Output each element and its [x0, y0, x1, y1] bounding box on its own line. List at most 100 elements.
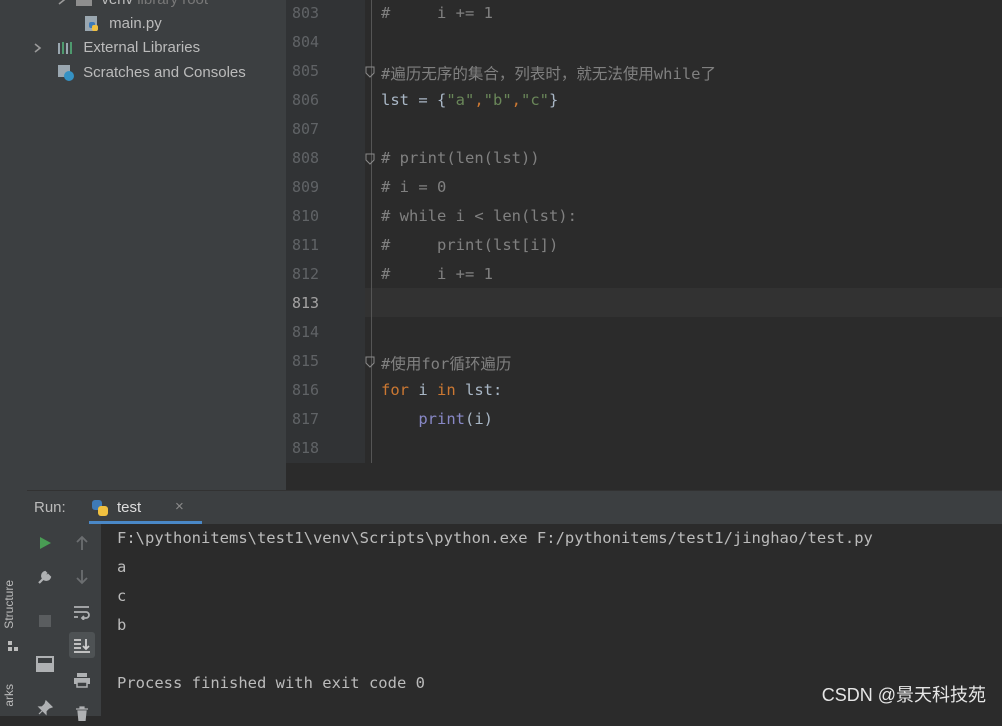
- fold-marker-icon[interactable]: [365, 153, 375, 165]
- code-line-805: #遍历无序的集合，列表时，就无法使用while了: [381, 65, 716, 83]
- bookmarks-tool-tab[interactable]: arks: [2, 684, 16, 707]
- soft-wrap-button[interactable]: [69, 599, 95, 625]
- code-token: i: [409, 381, 437, 399]
- venv-label: venv: [101, 0, 133, 8]
- left-tool-strip: Structure arks: [0, 0, 28, 716]
- run-tab-test[interactable]: test ×: [89, 491, 202, 524]
- line-number: 812: [292, 265, 320, 283]
- bookmarks-tab-label: arks: [2, 684, 16, 707]
- printer-icon: [74, 673, 90, 688]
- restore-layout-button[interactable]: [32, 651, 58, 677]
- layout-icon: [36, 656, 54, 672]
- code-line-810: # while i < len(lst):: [381, 207, 577, 225]
- tree-item-external-libraries[interactable]: External Libraries: [33, 36, 200, 60]
- external-libraries-label: External Libraries: [83, 39, 201, 56]
- run-tab-label: test: [117, 499, 142, 516]
- scroll-to-end-icon: [74, 639, 90, 653]
- edit-configuration-button[interactable]: [32, 564, 58, 590]
- arrow-up-icon: [76, 535, 88, 550]
- code-token: (i): [465, 410, 493, 428]
- rerun-button[interactable]: [32, 530, 58, 556]
- next-occurrence-button[interactable]: [69, 564, 95, 590]
- pin-tab-button[interactable]: [32, 695, 58, 721]
- scratches-icon: [58, 65, 74, 82]
- main-py-label: main.py: [109, 15, 162, 32]
- previous-occurrence-button[interactable]: [69, 530, 95, 556]
- structure-tool-tab[interactable]: Structure: [2, 580, 16, 629]
- code-editor[interactable]: 803 804 805 806 807 808 809 810 811 812 …: [286, 0, 1002, 463]
- chevron-right-icon[interactable]: [57, 0, 67, 5]
- code-line-803: # i += 1: [381, 4, 493, 22]
- line-number: 805: [292, 62, 320, 80]
- watermark: CSDN @景天科技苑: [821, 685, 986, 705]
- line-number: 806: [292, 91, 320, 109]
- code-token: lst:: [455, 381, 503, 399]
- code-line-806: lst = {"a","b","c"}: [381, 91, 558, 109]
- clear-all-button[interactable]: [69, 700, 95, 726]
- tree-item-scratches[interactable]: Scratches and Consoles: [57, 61, 246, 85]
- run-toolbar-primary: [27, 524, 63, 716]
- string-token: "c": [521, 91, 550, 109]
- scratches-label: Scratches and Consoles: [83, 64, 246, 81]
- line-number: 804: [292, 33, 320, 51]
- code-line-808: # print(len(lst)): [381, 149, 540, 167]
- code-line-809: # i = 0: [381, 178, 447, 196]
- string-token: "a": [446, 91, 475, 109]
- library-icon: [58, 42, 73, 55]
- line-number-current: 813: [292, 294, 320, 312]
- run-label: Run:: [34, 499, 66, 516]
- console-line: c: [117, 587, 127, 605]
- line-number: 817: [292, 410, 320, 428]
- python-file-icon: [85, 16, 98, 32]
- python-icon: [92, 500, 108, 516]
- arrow-down-icon: [76, 570, 88, 585]
- scroll-to-end-button[interactable]: [69, 632, 95, 658]
- run-toolbar-secondary: [63, 524, 102, 721]
- soft-wrap-icon: [74, 606, 90, 620]
- code-line-815: #使用for循环遍历: [381, 355, 512, 373]
- venv-note: library root: [137, 0, 208, 8]
- console-line: a: [117, 558, 127, 576]
- run-panel-header: Run: test ×: [27, 490, 1002, 524]
- fold-marker-icon[interactable]: [365, 356, 375, 368]
- code-token: lst = {: [381, 91, 447, 109]
- stop-button[interactable]: [32, 608, 58, 634]
- wrench-icon: [38, 570, 52, 584]
- code-token: ,: [511, 91, 522, 109]
- structure-icon: [8, 641, 18, 651]
- line-number: 818: [292, 439, 320, 457]
- fold-marker-icon[interactable]: [365, 66, 375, 78]
- console-line-exit: Process finished with exit code 0: [117, 674, 425, 692]
- print-button[interactable]: [69, 667, 95, 693]
- line-number: 816: [292, 381, 320, 399]
- code-token: }: [549, 91, 559, 109]
- project-tree-panel: venv library root main.py External Libra…: [27, 0, 286, 490]
- code-line-817: print(i): [381, 410, 493, 428]
- line-number: 815: [292, 352, 320, 370]
- code-line-812: # i += 1: [381, 265, 493, 283]
- tree-item-main-py[interactable]: main.py: [83, 12, 162, 36]
- play-icon: [40, 537, 51, 549]
- line-number: 809: [292, 178, 320, 196]
- keyword-token: in: [437, 381, 456, 399]
- pin-icon: [37, 700, 53, 716]
- keyword-token: for: [381, 381, 409, 399]
- chevron-right-icon[interactable]: [33, 43, 43, 53]
- line-number: 803: [292, 4, 320, 22]
- line-number: 807: [292, 120, 320, 138]
- close-tab-icon[interactable]: ×: [175, 498, 184, 515]
- code-token: ,: [474, 91, 484, 109]
- string-token: "b": [483, 91, 512, 109]
- stop-icon: [39, 615, 51, 627]
- line-number: 810: [292, 207, 320, 225]
- code-line-811: # print(lst[i]): [381, 236, 559, 254]
- console-line: b: [117, 616, 127, 634]
- line-number: 814: [292, 323, 320, 341]
- line-number: 808: [292, 149, 320, 167]
- trash-icon: [76, 706, 88, 721]
- code-line-816: for i in lst:: [381, 381, 502, 399]
- builtin-token: print: [418, 410, 465, 428]
- console-line-command: F:\pythonitems\test1\venv\Scripts\python…: [117, 529, 873, 547]
- tree-item-venv[interactable]: venv library root: [57, 0, 208, 12]
